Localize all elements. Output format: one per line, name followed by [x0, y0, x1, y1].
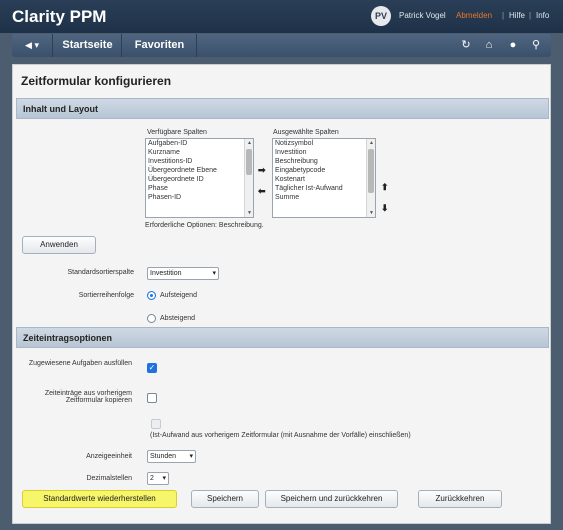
tab-favoriten[interactable]: Favoriten [123, 34, 197, 57]
list-item[interactable]: Summe [273, 193, 375, 202]
logout-link[interactable]: Abmelden [456, 11, 492, 20]
scroll-thumb[interactable] [246, 149, 252, 175]
required-options-note: Erforderliche Optionen: Beschreibung. [145, 222, 264, 229]
nav-bar: ◀ ▾ Startseite Favoriten ↻ ⌂ ● ⚲ [12, 34, 551, 57]
refresh-icon[interactable]: ↻ [459, 38, 473, 52]
help-link[interactable]: Hilfe [509, 11, 525, 20]
section-header-layout: Inhalt und Layout [16, 98, 549, 119]
include-actuals-label: (Ist-Aufwand aus vorherigem Zeitformular… [150, 432, 411, 439]
move-left-icon[interactable]: ⬅ [258, 186, 266, 197]
list-item[interactable]: Übergeordnete Ebene [146, 166, 253, 175]
scroll-up-icon[interactable]: ▲ [245, 140, 253, 146]
list-item[interactable]: Notizsymbol [273, 139, 375, 148]
list-item[interactable]: Phasen-ID [146, 193, 253, 202]
chevron-down-icon: ▾ [162, 475, 166, 482]
display-unit-value: Stunden [150, 453, 177, 460]
move-up-icon[interactable]: ⬆ [381, 182, 389, 193]
selected-columns-label: Ausgewählte Spalten [273, 129, 339, 136]
sort-column-select[interactable]: Investition ▾ [147, 267, 219, 280]
move-down-icon[interactable]: ⬇ [381, 203, 389, 214]
scroll-down-icon[interactable]: ▼ [367, 210, 375, 216]
list-item[interactable]: Aufgaben-ID [146, 139, 253, 148]
list-item[interactable]: Eingabetypcode [273, 166, 375, 175]
copy-previous-label: Zeiteinträge aus vorherigem Zeitformular… [44, 390, 132, 404]
list-item[interactable]: Beschreibung [273, 157, 375, 166]
selected-columns-list[interactable]: Notizsymbol Investition Beschreibung Ein… [272, 138, 376, 218]
sort-descending-radio[interactable] [147, 314, 156, 323]
info-link[interactable]: Info [536, 11, 549, 20]
populate-assigned-checkbox[interactable]: ✓ [147, 363, 157, 373]
scroll-down-icon[interactable]: ▼ [245, 210, 253, 216]
chevron-down-icon: ▾ [189, 453, 193, 460]
list-item[interactable]: Übergeordnete ID [146, 175, 253, 184]
avatar[interactable]: PV [371, 6, 391, 26]
move-right-icon[interactable]: ➡ [258, 165, 266, 176]
scroll-up-icon[interactable]: ▲ [367, 140, 375, 146]
list-item[interactable]: Phase [146, 184, 253, 193]
top-bar: Clarity PPM PV Patrick Vogel Abmelden | … [0, 0, 563, 33]
available-columns-list[interactable]: Aufgaben-ID Kurzname Investitions-ID Übe… [145, 138, 254, 218]
copy-previous-checkbox[interactable] [147, 393, 157, 403]
list-item[interactable]: Kurzname [146, 148, 253, 157]
list-item[interactable]: Investition [273, 148, 375, 157]
populate-assigned-label: Zugewiesene Aufgaben ausfüllen [28, 360, 132, 367]
page-title: Zeitformular konfigurieren [21, 74, 172, 88]
user-name: Patrick Vogel [399, 11, 446, 20]
display-unit-select[interactable]: Stunden ▾ [147, 450, 196, 463]
separator: | [529, 11, 532, 20]
decimals-label: Dezimalstellen [86, 475, 132, 482]
list-item[interactable]: Investitions-ID [146, 157, 253, 166]
search-icon[interactable]: ⚲ [529, 38, 543, 52]
sort-ascending-label: Aufsteigend [160, 292, 197, 299]
sort-descending-label: Absteigend [160, 315, 196, 322]
separator: | [502, 11, 505, 20]
sort-column-label: Standardsortierspalte [67, 269, 134, 276]
list-item[interactable]: Täglicher Ist-Aufwand [273, 184, 375, 193]
scrollbar[interactable]: ▲ ▼ [366, 139, 375, 217]
scrollbar[interactable]: ▲ ▼ [244, 139, 253, 217]
decimals-value: 2 [150, 475, 154, 482]
sort-column-value: Investition [150, 270, 182, 277]
tab-startseite[interactable]: Startseite [54, 34, 122, 57]
display-unit-label: Anzeigeeinheit [86, 453, 132, 460]
list-item[interactable]: Kostenart [273, 175, 375, 184]
settings-icon[interactable]: ● [506, 38, 520, 52]
scroll-thumb[interactable] [368, 149, 374, 193]
decimals-select[interactable]: 2 ▾ [147, 472, 169, 485]
app-title: Clarity PPM [12, 7, 107, 26]
save-button[interactable]: Speichern [191, 490, 259, 508]
available-columns-label: Verfügbare Spalten [147, 129, 207, 136]
apply-button[interactable]: Anwenden [22, 236, 96, 254]
restore-defaults-button[interactable]: Standardwerte wiederherstellen [22, 490, 177, 508]
include-actuals-checkbox[interactable] [151, 419, 161, 429]
sort-order-label: Sortierreihenfolge [78, 292, 134, 299]
return-button[interactable]: Zurückkehren [418, 490, 502, 508]
main-panel: Zeitformular konfigurieren Inhalt und La… [12, 64, 551, 524]
chevron-down-icon: ▾ [212, 270, 216, 277]
home-icon[interactable]: ⌂ [482, 38, 496, 52]
save-and-return-button[interactable]: Speichern und zurückkehren [265, 490, 398, 508]
sort-ascending-radio[interactable] [147, 291, 156, 300]
back-menu-button[interactable]: ◀ ▾ [12, 34, 53, 57]
section-header-time-entry: Zeiteintragsoptionen [16, 327, 549, 348]
